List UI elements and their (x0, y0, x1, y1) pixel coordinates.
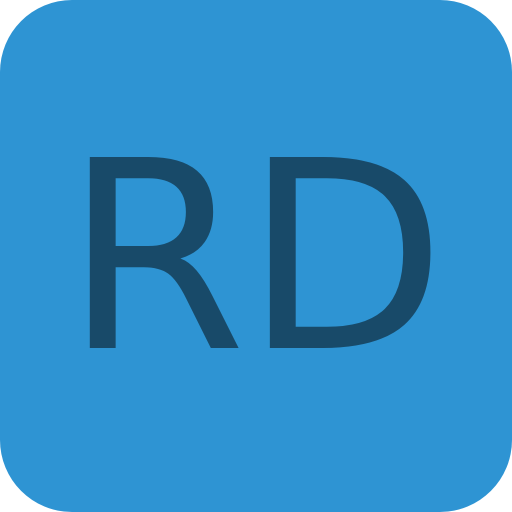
app-monogram-text: RD (64, 105, 446, 410)
app-icon[interactable]: RD (0, 0, 512, 512)
